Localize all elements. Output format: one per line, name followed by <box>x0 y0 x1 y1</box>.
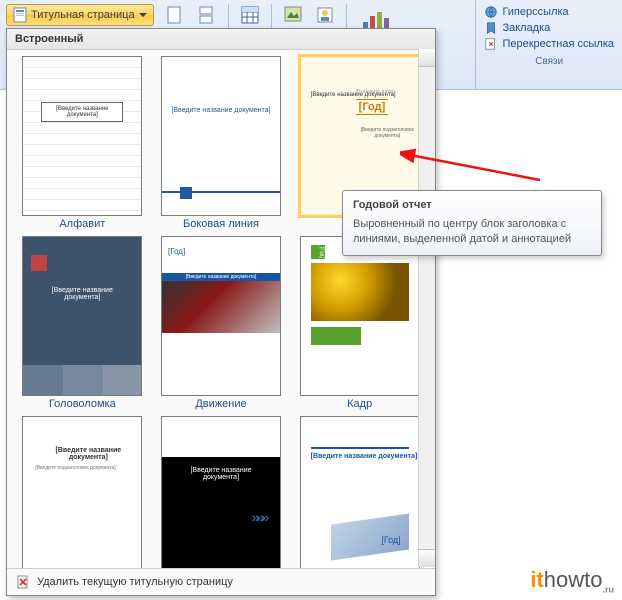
page-icon <box>13 7 27 23</box>
hyperlink-label: Гиперссылка <box>502 6 568 18</box>
gallery-caption: Кадр <box>292 398 427 410</box>
chevron-down-icon <box>139 13 147 17</box>
title-page-label: Титульная страница <box>31 9 135 21</box>
delete-cover-page-label: Удалить текущую титульную страницу <box>37 576 233 588</box>
bookmark-icon <box>484 21 498 35</box>
crossref-icon <box>484 37 498 51</box>
crossref-button[interactable]: Перекрестная ссылка <box>484 36 614 52</box>
links-group-label: Связи <box>484 56 614 67</box>
gallery-caption: Движение <box>154 398 289 410</box>
tooltip-body: Выровненный по центру блок заголовка с л… <box>353 217 591 247</box>
globe-link-icon <box>484 5 498 19</box>
title-page-dropdown-button[interactable]: Титульная страница <box>6 4 154 26</box>
gallery-item-kubiki[interactable]: [Введите название документа] [Год] Кубик… <box>292 416 427 568</box>
gallery-caption: Алфавит <box>15 218 150 230</box>
gallery-item-bokovaya[interactable]: [Введите название документа] Боковая лин… <box>154 56 289 230</box>
cover-page-dropdown-panel: Встроенный [Введите название документа] … <box>6 28 436 596</box>
bookmark-button[interactable]: Закладка <box>484 20 614 36</box>
gallery-item-kontrast[interactable]: [Введите название документа] »»» Контрас… <box>154 416 289 568</box>
delete-cover-page-item[interactable]: Удалить текущую титульную страницу <box>7 568 435 595</box>
gallery-caption: Головоломка <box>15 398 150 410</box>
bookmark-label: Закладка <box>502 22 550 34</box>
thumbnail: [Год] <box>300 236 420 396</box>
thumbnail: [Введите название документа] »»» <box>161 416 281 568</box>
tooltip-title: Годовой отчет <box>353 199 591 211</box>
delete-page-icon <box>15 574 31 590</box>
gallery-item-konserv[interactable]: [Введите название документа] [Введите по… <box>15 416 150 568</box>
gallery-item-dvizhenie[interactable]: [Год] [Введите название документа] Движе… <box>154 236 289 410</box>
links-group: Гиперссылка Закладка Перекрестная ссылка… <box>475 0 622 89</box>
thumbnail: [Введите название документа] [Год] <box>300 416 420 568</box>
gallery-caption: Боковая линия <box>154 218 289 230</box>
thumbnail: [Введите название документа] <box>22 236 142 396</box>
page-break-icon[interactable] <box>194 4 220 26</box>
gallery-item-golovolomka[interactable]: [Введите название документа] Головоломка <box>15 236 150 410</box>
thumbnail: [Год] [Введите название документа] <box>161 236 281 396</box>
gallery-section-header: Встроенный <box>7 29 435 50</box>
crossref-label: Перекрестная ссылка <box>502 38 614 50</box>
cover-page-gallery: [Введите название документа] Алфавит [Вв… <box>7 50 435 568</box>
thumbnail: [Введите название документа] [Введите по… <box>22 416 142 568</box>
clipart-icon[interactable] <box>312 4 338 26</box>
gallery-item-kadr[interactable]: [Год] Кадр <box>292 236 427 410</box>
tooltip: Годовой отчет Выровненный по центру блок… <box>342 190 602 256</box>
thumbnail: [Введите название документа] <box>161 56 281 216</box>
blank-page-icon[interactable] <box>162 4 188 26</box>
hyperlink-button[interactable]: Гиперссылка <box>484 4 614 20</box>
picture-icon[interactable] <box>280 4 306 26</box>
gallery-item-alfavit[interactable]: [Введите название документа] Алфавит <box>15 56 150 230</box>
table-icon[interactable] <box>237 4 263 26</box>
watermark: ithowto.ru <box>530 567 614 594</box>
thumbnail: [Введите название документа] <box>22 56 142 216</box>
scrollbar[interactable] <box>418 49 435 567</box>
